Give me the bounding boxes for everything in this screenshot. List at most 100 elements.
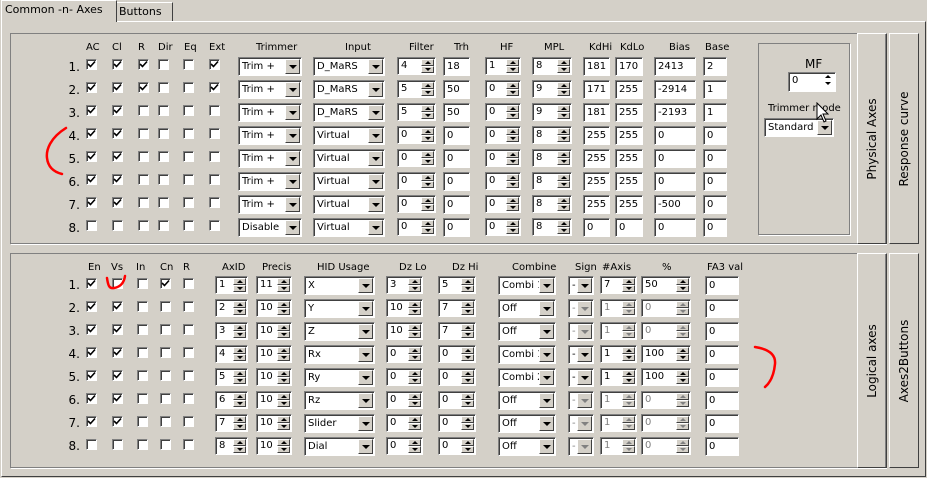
axid-spinner[interactable]: 1 — [215, 276, 248, 294]
spin-arrows-icon[interactable] — [675, 278, 689, 292]
dzhi-spinner[interactable]: 0 — [438, 345, 476, 363]
spin-arrows-icon[interactable] — [276, 278, 290, 292]
spin-arrows-icon[interactable] — [420, 151, 434, 165]
naxis-spinner[interactable]: 1 — [600, 345, 637, 363]
mpl-spinner[interactable]: 9 — [532, 103, 572, 121]
hid-usage-select[interactable]: X — [304, 276, 375, 295]
trh-field[interactable]: 50 — [443, 103, 470, 122]
percent-spinner[interactable]: 0 — [641, 414, 691, 432]
checkbox-dir[interactable] — [158, 197, 169, 208]
spin-arrows-icon[interactable] — [460, 393, 474, 407]
checkbox-r[interactable] — [138, 128, 149, 139]
checkbox-cl[interactable] — [112, 174, 123, 185]
input-select[interactable]: Virtual — [313, 195, 385, 214]
input-select[interactable]: D_MaRS — [313, 103, 385, 122]
spin-arrows-icon[interactable] — [621, 416, 635, 430]
checkbox-ac[interactable] — [86, 151, 97, 162]
spin-arrows-icon[interactable] — [232, 324, 246, 338]
checkbox-ext[interactable] — [209, 151, 220, 162]
fa3-field[interactable]: 0 — [705, 414, 739, 433]
percent-spinner[interactable]: 0 — [641, 322, 691, 340]
spin-arrows-icon[interactable] — [232, 393, 246, 407]
naxis-spinner[interactable]: 1 — [600, 322, 637, 340]
chevron-down-icon[interactable] — [368, 197, 383, 212]
percent-spinner[interactable]: 100 — [641, 368, 691, 386]
chevron-down-icon[interactable] — [358, 370, 373, 385]
dzhi-spinner[interactable]: 0 — [438, 437, 476, 455]
trimmer-select[interactable]: Trim + — [238, 172, 302, 191]
precis-spinner[interactable]: 10 — [256, 391, 292, 409]
filter-spinner[interactable]: 0 — [397, 126, 436, 144]
combine-select[interactable]: Combi 1 — [498, 345, 556, 364]
spin-arrows-icon[interactable] — [276, 439, 290, 453]
input-select[interactable]: Virtual — [313, 218, 385, 237]
hid-usage-select[interactable]: Ry — [304, 368, 375, 387]
spin-arrows-icon[interactable] — [675, 324, 689, 338]
base-field[interactable]: 1 — [703, 80, 727, 99]
trimmer-select[interactable]: Trim + — [238, 126, 302, 145]
trimmer-select[interactable]: Trim + — [238, 149, 302, 168]
checkbox-ac[interactable] — [86, 128, 97, 139]
kdhi-field[interactable]: 171 — [583, 80, 610, 99]
bias-field[interactable]: 0 — [654, 126, 696, 145]
kdlo-field[interactable]: 170 — [615, 57, 643, 76]
checkbox-in[interactable] — [137, 324, 148, 335]
spin-arrows-icon[interactable] — [675, 439, 689, 453]
checkbox-r[interactable] — [183, 393, 194, 404]
chevron-down-icon[interactable] — [577, 301, 592, 316]
dzlo-spinner[interactable]: 3 — [386, 276, 423, 294]
hf-spinner[interactable]: 1 — [485, 57, 521, 75]
checkbox-ext[interactable] — [209, 82, 220, 93]
filter-spinner[interactable]: 5 — [397, 80, 436, 98]
fa3-field[interactable]: 0 — [705, 276, 739, 295]
spin-arrows-icon[interactable] — [675, 393, 689, 407]
dzlo-spinner[interactable]: 0 — [386, 345, 423, 363]
trh-field[interactable]: 0 — [443, 149, 470, 168]
checkbox-cn[interactable] — [160, 416, 171, 427]
spin-arrows-icon[interactable] — [232, 278, 246, 292]
spin-arrows-icon[interactable] — [407, 324, 421, 338]
spin-arrows-icon[interactable] — [675, 416, 689, 430]
trh-field[interactable]: 0 — [443, 218, 470, 237]
combine-select[interactable]: Combi 1 — [498, 276, 556, 295]
checkbox-vs[interactable] — [112, 301, 123, 312]
checkbox-vs[interactable] — [112, 393, 123, 404]
checkbox-dir[interactable] — [158, 174, 169, 185]
kdlo-field[interactable]: 255 — [615, 149, 643, 168]
trh-field[interactable]: 0 — [443, 172, 470, 191]
tab-response-curve[interactable]: Response curve — [889, 33, 919, 244]
spin-arrows-icon[interactable] — [232, 301, 246, 315]
spin-arrows-icon[interactable] — [232, 347, 246, 361]
dzlo-spinner[interactable]: 0 — [386, 414, 423, 432]
spin-arrows-icon[interactable] — [232, 370, 246, 384]
spin-arrows-icon[interactable] — [505, 82, 519, 96]
chevron-down-icon[interactable] — [285, 59, 300, 74]
spin-arrows-icon[interactable] — [621, 393, 635, 407]
checkbox-dir[interactable] — [158, 82, 169, 93]
chevron-down-icon[interactable] — [358, 347, 373, 362]
checkbox-in[interactable] — [137, 347, 148, 358]
dzlo-spinner[interactable]: 0 — [386, 391, 423, 409]
checkbox-r[interactable] — [138, 105, 149, 116]
percent-spinner[interactable]: 50 — [641, 276, 691, 294]
hid-usage-select[interactable]: Rz — [304, 391, 375, 410]
spin-arrows-icon[interactable] — [460, 301, 474, 315]
chevron-down-icon[interactable] — [285, 105, 300, 120]
spin-arrows-icon[interactable] — [407, 393, 421, 407]
bias-field[interactable]: -2193 — [654, 103, 696, 122]
fa3-field[interactable]: 0 — [705, 368, 739, 387]
chevron-down-icon[interactable] — [368, 128, 383, 143]
hf-spinner[interactable]: 0 — [485, 172, 521, 190]
dzlo-spinner[interactable]: 10 — [386, 322, 423, 340]
checkbox-cn[interactable] — [160, 370, 171, 381]
base-field[interactable]: 0 — [703, 195, 727, 214]
spin-arrows-icon[interactable] — [505, 59, 519, 73]
dzhi-spinner[interactable]: 0 — [438, 391, 476, 409]
checkbox-en[interactable] — [86, 393, 97, 404]
naxis-spinner[interactable]: 7 — [600, 276, 637, 294]
checkbox-eq[interactable] — [183, 105, 194, 116]
spin-arrows-icon[interactable] — [420, 220, 434, 234]
spin-arrows-icon[interactable] — [556, 174, 570, 188]
chevron-down-icon[interactable] — [577, 370, 592, 385]
checkbox-cn[interactable] — [160, 278, 171, 289]
